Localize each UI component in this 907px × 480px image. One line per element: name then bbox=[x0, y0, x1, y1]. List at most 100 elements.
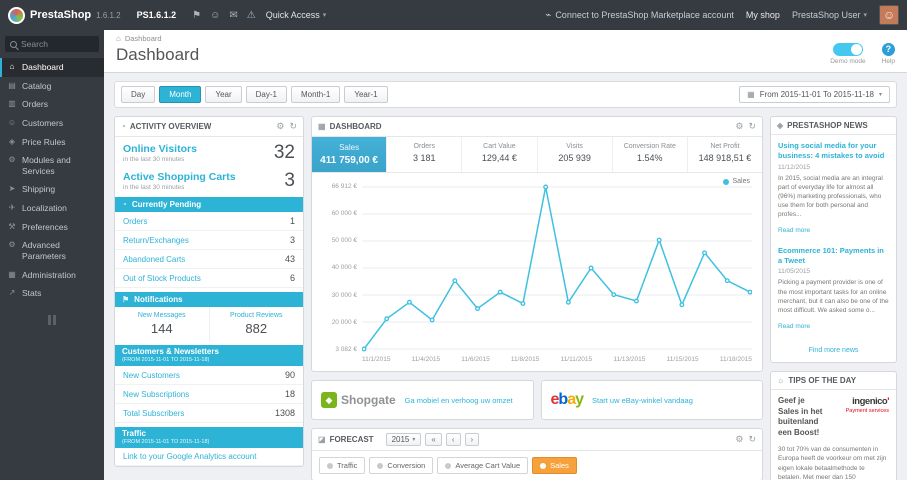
date-range-button[interactable]: ▦ From 2015-11-01 To 2015-11-18 ▾ bbox=[739, 86, 890, 103]
refresh-icon[interactable]: ↻ bbox=[289, 121, 297, 132]
sidebar-item-advanced-parameters[interactable]: ⚙ Advanced Parameters bbox=[0, 236, 104, 265]
prestashop-news-panel: ◈ PRESTASHOP NEWS Using social media for… bbox=[770, 116, 897, 363]
legend-average-cart-value[interactable]: Average Cart Value bbox=[437, 457, 529, 474]
notifications-columns: New Messages 144 Product Reviews 882 bbox=[115, 307, 303, 341]
new-customers-value: 90 bbox=[284, 370, 295, 380]
sidebar-item-stats[interactable]: ↗ Stats bbox=[0, 284, 104, 303]
prestashop-home-link[interactable]: PrestaShop 1.6.1.2 bbox=[8, 6, 121, 24]
quick-access-menu[interactable]: Quick Access ▾ bbox=[266, 10, 327, 20]
sidebar-item-dashboard[interactable]: ⌂ Dashboard bbox=[0, 58, 104, 77]
news-article-title[interactable]: Ecommerce 101: Payments in a Tweet bbox=[778, 246, 889, 266]
demo-mode-toggle[interactable] bbox=[832, 43, 863, 56]
traffic-range: (FROM 2015-11-01 TO 2015-11-18) bbox=[122, 439, 210, 445]
ebay-link[interactable]: Start uw eBay-winkel vandaag bbox=[592, 396, 693, 405]
legend-conversion[interactable]: Conversion bbox=[369, 457, 434, 474]
google-analytics-link[interactable]: Link to your Google Analytics account bbox=[123, 452, 256, 461]
sidebar-item-shipping[interactable]: ➤ Shipping bbox=[0, 180, 104, 199]
gear-icon[interactable]: ⚙ bbox=[735, 434, 743, 445]
abandoned-carts-link[interactable]: Abandoned Carts bbox=[123, 255, 185, 264]
customers-row: Total Subscribers 1308 bbox=[115, 404, 303, 423]
sidebar-item-orders[interactable]: ▥ Orders bbox=[0, 95, 104, 114]
returns-link[interactable]: Return/Exchanges bbox=[123, 236, 189, 245]
sidebar-item-catalog[interactable]: ▤ Catalog bbox=[0, 77, 104, 96]
news-article-date: 11/05/2015 bbox=[778, 268, 811, 276]
filter-year-1-button[interactable]: Year-1 bbox=[344, 86, 388, 103]
dashboard-panel-icon: ▦ bbox=[318, 122, 326, 131]
new-subscriptions-value: 18 bbox=[284, 389, 295, 399]
first-page-button[interactable]: « bbox=[425, 433, 442, 446]
news-article-date: 11/12/2015 bbox=[778, 163, 811, 171]
shopgate-brand: Shopgate bbox=[341, 393, 396, 407]
returns-value: 3 bbox=[289, 235, 295, 245]
sidebar-item-price-rules[interactable]: ◈ Price Rules bbox=[0, 133, 104, 152]
filter-month-button[interactable]: Month bbox=[159, 86, 202, 103]
sidebar-item-customers[interactable]: ☺ Customers bbox=[0, 114, 104, 133]
read-more-link[interactable]: Read more bbox=[778, 323, 810, 330]
kpi-visits[interactable]: Visits 205 939 bbox=[538, 137, 613, 172]
y-tick: 50 000 € bbox=[331, 237, 357, 245]
customers-notifications-icon[interactable]: ☺ bbox=[210, 10, 220, 21]
shop-name-menu[interactable]: PS1.6.1.2 bbox=[131, 10, 183, 20]
prev-button[interactable]: ‹ bbox=[445, 433, 461, 446]
y-axis-labels: 66 912 € 60 000 € 50 000 € 40 000 € 30 0… bbox=[322, 183, 362, 353]
find-more-news-link[interactable]: Find more news bbox=[771, 344, 896, 362]
legend-traffic[interactable]: Traffic bbox=[319, 457, 366, 474]
gear-icon[interactable]: ⚙ bbox=[276, 121, 284, 132]
online-visitors-sub: in the last 30 minutes bbox=[123, 156, 185, 163]
sidebar-item-label: Localization bbox=[22, 203, 67, 213]
administration-icon: ▦ bbox=[8, 269, 16, 279]
gear-icon[interactable]: ⚙ bbox=[735, 121, 743, 132]
next-button[interactable]: › bbox=[464, 433, 480, 446]
online-visitors-stat: Online Visitors in the last 30 minutes 3… bbox=[115, 137, 303, 165]
new-customers-link[interactable]: New Customers bbox=[123, 371, 180, 380]
news-article-title[interactable]: Using social media for your business: 4 … bbox=[778, 141, 889, 161]
avatar[interactable] bbox=[879, 5, 899, 25]
search-input[interactable] bbox=[21, 39, 91, 49]
debug-icon[interactable]: ⚠ bbox=[247, 10, 256, 21]
kpi-net-profit[interactable]: Net Profit 148 918,51 € bbox=[688, 137, 762, 172]
x-tick: 11/6/2015 bbox=[461, 356, 490, 363]
product-reviews-cell[interactable]: Product Reviews 882 bbox=[210, 307, 304, 341]
filter-year-button[interactable]: Year bbox=[205, 86, 242, 103]
refresh-icon[interactable]: ↻ bbox=[748, 434, 756, 445]
online-visitors-value: 32 bbox=[273, 142, 295, 163]
total-subscribers-link[interactable]: Total Subscribers bbox=[123, 409, 184, 418]
refresh-icon[interactable]: ↻ bbox=[748, 121, 756, 132]
new-messages-cell[interactable]: New Messages 144 bbox=[115, 307, 210, 341]
filter-month-1-button[interactable]: Month-1 bbox=[290, 86, 341, 103]
conversion-dot bbox=[377, 462, 384, 469]
kpi-conversion-rate[interactable]: Conversion Rate 1.54% bbox=[613, 137, 688, 172]
tips-of-the-day-panel: ☼ TIPS OF THE DAY Geef je Sales in het b… bbox=[770, 370, 897, 480]
active-carts-link[interactable]: Active Shopping Carts bbox=[123, 171, 236, 183]
read-more-link[interactable]: Read more bbox=[778, 227, 810, 234]
sidebar-item-modules[interactable]: ⚙ Modules and Services bbox=[0, 151, 104, 180]
messages-notifications-icon[interactable]: ✉ bbox=[229, 10, 237, 21]
filter-day-button[interactable]: Day bbox=[121, 86, 156, 103]
sidebar-item-localization[interactable]: ✈ Localization bbox=[0, 199, 104, 218]
pending-orders-link[interactable]: Orders bbox=[123, 217, 147, 226]
my-shop-link[interactable]: My shop bbox=[746, 10, 780, 20]
active-carts-sub: in the last 30 minutes bbox=[123, 184, 185, 191]
legend-sales[interactable]: Sales bbox=[532, 457, 577, 474]
pending-title: Currently Pending bbox=[131, 200, 202, 209]
user-menu[interactable]: PrestaShop User ▾ bbox=[792, 10, 867, 20]
ingenico-mark: ' bbox=[887, 395, 889, 407]
sidebar-collapse-toggle[interactable] bbox=[0, 303, 104, 337]
out-of-stock-link[interactable]: Out of Stock Products bbox=[123, 274, 201, 283]
new-subscriptions-link[interactable]: New Subscriptions bbox=[123, 390, 189, 399]
kpi-sales[interactable]: Sales 411 759,00 € bbox=[312, 137, 388, 172]
year-select[interactable]: 2015 ▾ bbox=[385, 433, 422, 446]
sidebar-item-preferences[interactable]: ⚒ Preferences bbox=[0, 218, 104, 237]
help-icon[interactable]: ? bbox=[881, 43, 895, 56]
sidebar-item-administration[interactable]: ▦ Administration bbox=[0, 266, 104, 285]
ingenico-subtitle: Payment services bbox=[845, 407, 889, 414]
kpi-cart-value[interactable]: Cart Value 129,44 € bbox=[462, 137, 538, 172]
online-visitors-link[interactable]: Online Visitors bbox=[123, 143, 197, 155]
filter-day-1-button[interactable]: Day-1 bbox=[245, 86, 287, 103]
shopgate-link[interactable]: Ga mobiel en verhoog uw omzet bbox=[405, 396, 513, 405]
customers-icon: ☺ bbox=[7, 117, 17, 127]
kpi-orders[interactable]: Orders 3 181 bbox=[387, 137, 463, 172]
marketplace-link[interactable]: ⌁ Connect to PrestaShop Marketplace acco… bbox=[545, 10, 734, 21]
orders-notifications-icon[interactable]: ⚑ bbox=[192, 10, 201, 21]
traffic-header: Traffic (FROM 2015-11-01 TO 2015-11-18) bbox=[115, 427, 303, 448]
